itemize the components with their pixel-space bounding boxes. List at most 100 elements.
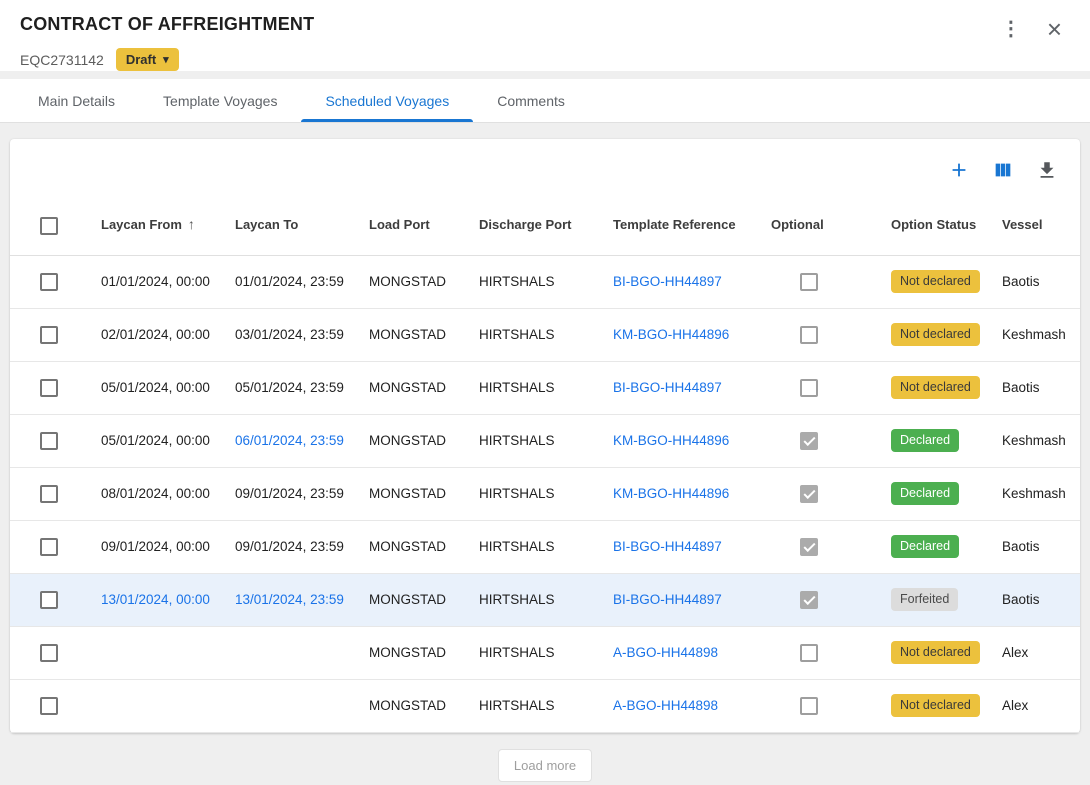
tab-bar: Main Details Template Voyages Scheduled … <box>0 79 1090 123</box>
table-row[interactable]: 02/01/2024, 00:00 03/01/2024, 23:59 MONG… <box>10 308 1080 361</box>
row-checkbox[interactable] <box>40 326 58 344</box>
column-settings-icon[interactable] <box>992 159 1014 181</box>
row-checkbox[interactable] <box>40 379 58 397</box>
optional-checkbox <box>800 273 818 291</box>
scheduled-voyages-table: Laycan From ↑ Laycan To Load Port Dischar… <box>10 199 1080 733</box>
download-icon[interactable] <box>1036 159 1058 181</box>
select-all-checkbox[interactable] <box>40 217 58 235</box>
option-status-badge: Declared <box>891 429 959 452</box>
load-port-cell: MONGSTAD <box>369 698 446 713</box>
contract-id: EQC2731142 <box>20 52 104 68</box>
laycan-to-cell[interactable]: 13/01/2024, 23:59 <box>235 592 344 607</box>
load-port-cell: MONGSTAD <box>369 433 446 448</box>
laycan-to-cell[interactable]: 06/01/2024, 23:59 <box>235 433 344 448</box>
laycan-to-cell: 05/01/2024, 23:59 <box>235 380 344 395</box>
row-checkbox[interactable] <box>40 538 58 556</box>
laycan-to-cell: 01/01/2024, 23:59 <box>235 274 344 289</box>
load-more-button[interactable]: Load more <box>498 749 592 782</box>
row-checkbox[interactable] <box>40 485 58 503</box>
load-port-cell: MONGSTAD <box>369 592 446 607</box>
option-status-badge: Not declared <box>891 641 980 664</box>
discharge-port-cell: HIRTSHALS <box>479 592 555 607</box>
column-header-laycan-from[interactable]: Laycan From ↑ <box>90 199 224 255</box>
table-row[interactable]: 13/01/2024, 00:00 13/01/2024, 23:59 MONG… <box>10 573 1080 626</box>
column-header-template-reference[interactable]: Template Reference <box>602 199 760 255</box>
row-checkbox[interactable] <box>40 697 58 715</box>
page-title: CONTRACT OF AFFREIGHTMENT <box>20 14 314 35</box>
tab-main-details[interactable]: Main Details <box>14 79 139 122</box>
discharge-port-cell: HIRTSHALS <box>479 433 555 448</box>
laycan-from-cell: 08/01/2024, 00:00 <box>101 486 210 501</box>
template-reference-link[interactable]: A-BGO-HH44898 <box>613 645 718 660</box>
tab-scheduled-voyages[interactable]: Scheduled Voyages <box>301 79 473 122</box>
table-row[interactable]: 05/01/2024, 00:00 05/01/2024, 23:59 MONG… <box>10 361 1080 414</box>
template-reference-link[interactable]: KM-BGO-HH44896 <box>613 486 729 501</box>
laycan-from-cell: 05/01/2024, 00:00 <box>101 433 210 448</box>
column-header-label: Laycan From <box>101 217 182 232</box>
optional-checkbox <box>800 485 818 503</box>
discharge-port-cell: HIRTSHALS <box>479 486 555 501</box>
row-checkbox[interactable] <box>40 273 58 291</box>
scheduled-voyages-card: Laycan From ↑ Laycan To Load Port Dischar… <box>10 139 1080 733</box>
column-header-option-status[interactable]: Option Status <box>880 199 991 255</box>
table-body: 01/01/2024, 00:00 01/01/2024, 23:59 MONG… <box>10 255 1080 732</box>
table-header-row: Laycan From ↑ Laycan To Load Port Dischar… <box>10 199 1080 255</box>
discharge-port-cell: HIRTSHALS <box>479 645 555 660</box>
row-checkbox[interactable] <box>40 591 58 609</box>
table-row[interactable]: MONGSTAD HIRTSHALS A-BGO-HH44898 Not dec… <box>10 626 1080 679</box>
row-checkbox[interactable] <box>40 644 58 662</box>
option-status-badge: Not declared <box>891 376 980 399</box>
laycan-from-cell[interactable]: 13/01/2024, 00:00 <box>101 592 210 607</box>
option-status-badge: Not declared <box>891 694 980 717</box>
vessel-cell: Keshmash <box>1002 433 1066 448</box>
vessel-cell: Alex <box>1002 698 1028 713</box>
row-checkbox[interactable] <box>40 432 58 450</box>
table-row[interactable]: 05/01/2024, 00:00 06/01/2024, 23:59 MONG… <box>10 414 1080 467</box>
column-header-vessel[interactable]: Vessel <box>991 199 1080 255</box>
optional-checkbox <box>800 326 818 344</box>
tab-comments[interactable]: Comments <box>473 79 589 122</box>
optional-checkbox <box>800 697 818 715</box>
laycan-from-cell: 02/01/2024, 00:00 <box>101 327 210 342</box>
vessel-cell: Keshmash <box>1002 327 1066 342</box>
tab-template-voyages[interactable]: Template Voyages <box>139 79 301 122</box>
column-header-load-port[interactable]: Load Port <box>358 199 468 255</box>
discharge-port-cell: HIRTSHALS <box>479 327 555 342</box>
vessel-cell: Alex <box>1002 645 1028 660</box>
column-header-discharge-port[interactable]: Discharge Port <box>468 199 602 255</box>
template-reference-link[interactable]: BI-BGO-HH44897 <box>613 380 722 395</box>
kebab-menu-icon[interactable]: ⋮ <box>1001 19 1021 39</box>
load-port-cell: MONGSTAD <box>369 327 446 342</box>
load-port-cell: MONGSTAD <box>369 274 446 289</box>
template-reference-link[interactable]: BI-BGO-HH44897 <box>613 274 722 289</box>
add-voyage-icon[interactable] <box>948 159 970 181</box>
optional-checkbox <box>800 644 818 662</box>
optional-checkbox <box>800 591 818 609</box>
vessel-cell: Baotis <box>1002 274 1040 289</box>
template-reference-link[interactable]: BI-BGO-HH44897 <box>613 539 722 554</box>
template-reference-link[interactable]: A-BGO-HH44898 <box>613 698 718 713</box>
discharge-port-cell: HIRTSHALS <box>479 698 555 713</box>
column-header-laycan-to[interactable]: Laycan To <box>224 199 358 255</box>
load-port-cell: MONGSTAD <box>369 645 446 660</box>
load-port-cell: MONGSTAD <box>369 380 446 395</box>
laycan-from-cell: 01/01/2024, 00:00 <box>101 274 210 289</box>
option-status-badge: Not declared <box>891 323 980 346</box>
template-reference-link[interactable]: BI-BGO-HH44897 <box>613 592 722 607</box>
template-reference-link[interactable]: KM-BGO-HH44896 <box>613 433 729 448</box>
discharge-port-cell: HIRTSHALS <box>479 380 555 395</box>
table-row[interactable]: 01/01/2024, 00:00 01/01/2024, 23:59 MONG… <box>10 255 1080 308</box>
table-row[interactable]: 09/01/2024, 00:00 09/01/2024, 23:59 MONG… <box>10 520 1080 573</box>
table-row[interactable]: 08/01/2024, 00:00 09/01/2024, 23:59 MONG… <box>10 467 1080 520</box>
discharge-port-cell: HIRTSHALS <box>479 274 555 289</box>
table-row[interactable]: MONGSTAD HIRTSHALS A-BGO-HH44898 Not dec… <box>10 679 1080 732</box>
chevron-down-icon: ▾ <box>163 53 169 66</box>
template-reference-link[interactable]: KM-BGO-HH44896 <box>613 327 729 342</box>
sort-ascending-icon[interactable]: ↑ <box>188 216 195 232</box>
vessel-cell: Keshmash <box>1002 486 1066 501</box>
close-icon[interactable]: × <box>1047 16 1062 42</box>
vessel-cell: Baotis <box>1002 539 1040 554</box>
column-header-optional[interactable]: Optional <box>760 199 880 255</box>
optional-checkbox <box>800 432 818 450</box>
status-badge-dropdown[interactable]: Draft ▾ <box>116 48 179 71</box>
